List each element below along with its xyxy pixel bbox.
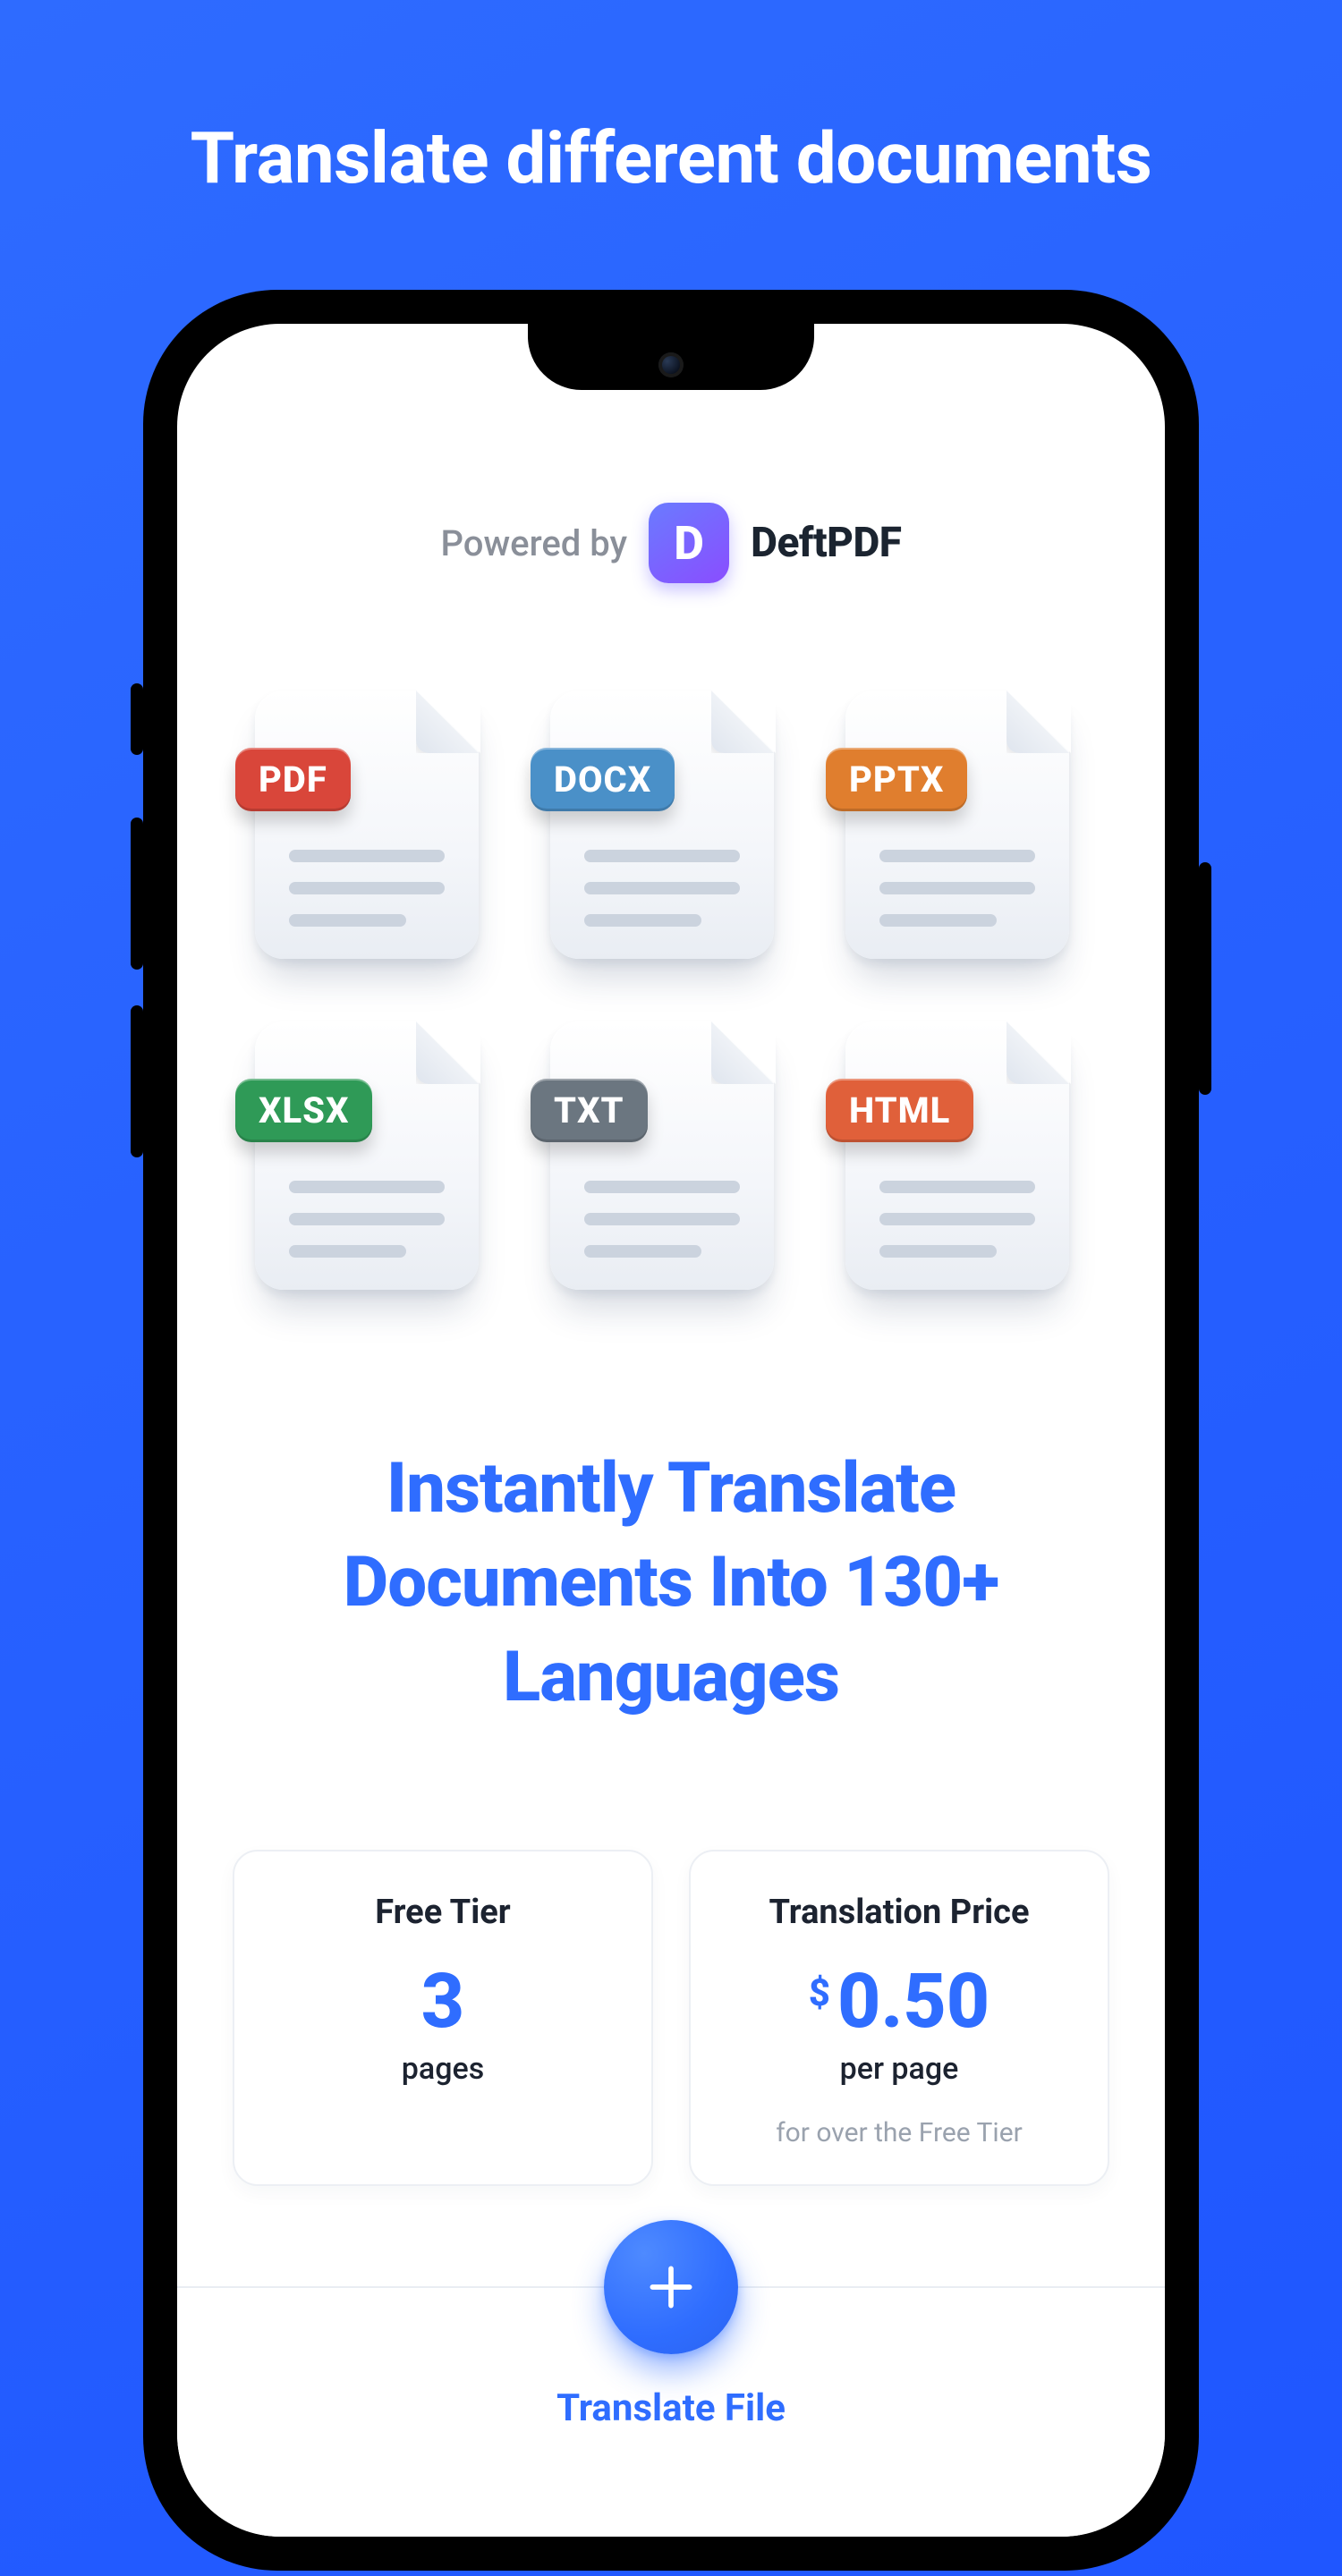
price-card: Translation Price $ 0.50 per page for ov…: [689, 1850, 1109, 2186]
card-value: 3: [261, 1957, 624, 2046]
file-type-pptx: PPTX: [845, 691, 1069, 959]
translate-file-button[interactable]: [604, 2220, 738, 2354]
free-tier-card: Free Tier 3 pages: [233, 1850, 653, 2186]
phone-side-button: [131, 1005, 143, 1157]
phone-side-button: [1199, 862, 1211, 1095]
headline: Instantly Translate Documents Into 130+ …: [177, 1442, 1165, 1724]
file-type-html: HTML: [845, 1021, 1069, 1290]
card-unit: pages: [261, 2051, 624, 2087]
pricing-cards: Free Tier 3 pages Translation Price $ 0.…: [177, 1850, 1165, 2186]
document-lines-icon: [584, 850, 740, 927]
document-lines-icon: [289, 1181, 445, 1258]
file-type-xlsx: XLSX: [255, 1021, 479, 1290]
file-type-badge: PPTX: [826, 748, 967, 811]
brand-name: DeftPDF: [751, 519, 901, 567]
page-title: Translate different documents: [191, 116, 1152, 200]
document-lines-icon: [879, 850, 1035, 927]
file-type-badge: PDF: [235, 748, 351, 811]
translate-file-label[interactable]: Translate File: [556, 2386, 786, 2430]
camera-icon: [658, 352, 684, 377]
document-lines-icon: [584, 1181, 740, 1258]
card-title: Free Tier: [261, 1893, 624, 1932]
file-type-badge: XLSX: [235, 1079, 372, 1142]
card-value: $ 0.50: [718, 1957, 1081, 2046]
currency-symbol: $: [809, 1971, 830, 2015]
phone-side-button: [131, 683, 143, 755]
powered-by-label: Powered by: [440, 522, 627, 564]
card-title: Translation Price: [718, 1893, 1081, 1932]
bottom-bar: Translate File: [177, 2286, 1165, 2537]
phone-frame: Powered by D DeftPDF PDF DOCX PPTX: [143, 290, 1199, 2571]
card-fine-print: for over the Free Tier: [718, 2117, 1081, 2148]
file-type-badge: HTML: [826, 1079, 973, 1142]
phone-screen: Powered by D DeftPDF PDF DOCX PPTX: [177, 324, 1165, 2537]
phone-side-button: [131, 818, 143, 970]
plus-icon: [643, 2259, 699, 2315]
phone-notch: [528, 324, 814, 390]
powered-by-row: Powered by D DeftPDF: [440, 503, 901, 583]
file-type-docx: DOCX: [550, 691, 774, 959]
document-lines-icon: [289, 850, 445, 927]
document-lines-icon: [879, 1181, 1035, 1258]
file-type-badge: TXT: [531, 1079, 648, 1142]
file-type-pdf: PDF: [255, 691, 479, 959]
file-type-badge: DOCX: [531, 748, 675, 811]
deftpdf-logo-icon: D: [649, 503, 729, 583]
file-type-txt: TXT: [550, 1021, 774, 1290]
card-unit: per page: [718, 2051, 1081, 2087]
file-type-grid: PDF DOCX PPTX XLSX TXT: [255, 691, 1087, 1308]
